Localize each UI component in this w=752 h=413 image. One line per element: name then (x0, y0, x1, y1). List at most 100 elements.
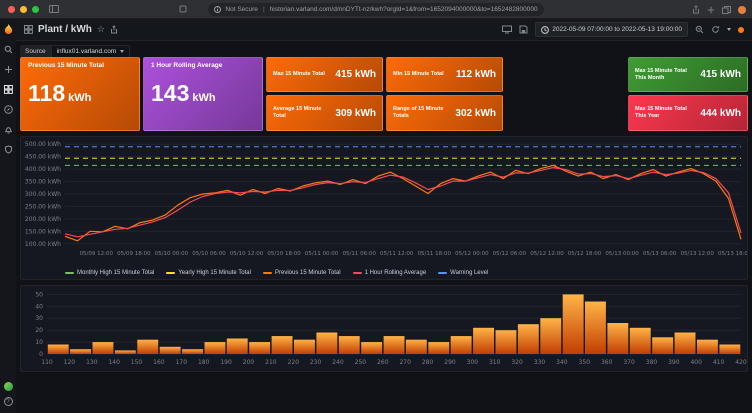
svg-text:160: 160 (153, 359, 165, 366)
svg-text:100.00 kWh: 100.00 kWh (25, 241, 61, 248)
star-icon[interactable]: ☆ (97, 24, 105, 35)
sidebar-item-help[interactable]: ? (4, 397, 13, 406)
share-icon[interactable] (692, 5, 700, 14)
svg-text:0: 0 (39, 351, 43, 358)
stat-value: 415 kWh (335, 69, 376, 80)
svg-text:340: 340 (556, 359, 568, 366)
svg-text:360: 360 (601, 359, 613, 366)
window-zoom-button[interactable] (32, 6, 39, 13)
svg-text:05/13 06:00: 05/13 06:00 (643, 251, 677, 257)
browser-profile-avatar[interactable] (738, 6, 746, 14)
zoom-out-icon[interactable] (695, 25, 704, 34)
stat-value: 118 (28, 82, 65, 105)
svg-text:300: 300 (467, 359, 479, 366)
time-range-picker[interactable]: 2022-05-09 07:00:00 to 2022-05-13 19:00:… (535, 22, 688, 37)
histogram-svg[interactable]: 0102030405011012013014015016017018019020… (21, 286, 747, 370)
svg-text:230: 230 (310, 359, 322, 366)
sidebar-item-explore[interactable] (0, 104, 16, 115)
histogram-panel[interactable]: 0102030405011012013014015016017018019020… (20, 285, 748, 372)
stat-title: Average 15 Minute Total (273, 106, 335, 120)
grafana-logo-icon[interactable] (0, 24, 16, 35)
svg-text:350: 350 (579, 359, 591, 366)
legend-item[interactable]: Warning Level (438, 270, 488, 276)
sidebar-item-alerting[interactable] (0, 124, 16, 135)
window-minimize-button[interactable] (20, 6, 27, 13)
notification-dot-icon[interactable] (738, 27, 744, 33)
stat-max-15-minute-total-this-month[interactable]: Max 15 Minute Total This Month 415 kWh (628, 57, 748, 92)
svg-text:350.00 kWh: 350.00 kWh (25, 179, 61, 186)
svg-text:05/12 00:00: 05/12 00:00 (455, 251, 489, 257)
sidebar-toggle-icon[interactable] (49, 5, 59, 13)
svg-text:05/10 12:00: 05/10 12:00 (230, 251, 264, 257)
time-range-label: 2022-05-09 07:00:00 to 2022-05-13 19:00:… (552, 26, 682, 33)
svg-text:240: 240 (332, 359, 344, 366)
svg-text:190: 190 (220, 359, 232, 366)
sidebar-item-admin[interactable] (0, 144, 16, 155)
tab-overview-icon[interactable] (722, 6, 731, 14)
svg-text:220: 220 (288, 359, 300, 366)
svg-text:320: 320 (511, 359, 523, 366)
legend-item[interactable]: 1 Hour Rolling Average (353, 270, 427, 276)
dashboard-icon (24, 25, 33, 34)
stat-unit: kWh (192, 92, 215, 104)
svg-text:250: 250 (355, 359, 367, 366)
stat-title: Previous 15 Minute Total (28, 62, 132, 70)
svg-text:50: 50 (35, 291, 43, 298)
extensions-icon[interactable] (179, 5, 187, 13)
save-icon[interactable] (519, 25, 528, 34)
svg-text:120: 120 (64, 359, 76, 366)
svg-text:05/11 12:00: 05/11 12:00 (380, 251, 414, 257)
timeseries-panel[interactable]: 100.00 kWh150.00 kWh200.00 kWh250.00 kWh… (20, 136, 748, 280)
tv-mode-icon[interactable] (502, 25, 512, 34)
sidebar-item-dashboards[interactable] (0, 84, 16, 95)
security-label: Not Secure (225, 6, 258, 13)
svg-text:280: 280 (422, 359, 434, 366)
stat-min-15-minute-total[interactable]: Min 15 Minute Total 112 kWh (386, 57, 503, 92)
svg-text:420: 420 (735, 359, 747, 366)
legend-item[interactable]: Monthly High 15 Minute Total (65, 270, 154, 276)
svg-text:20: 20 (35, 327, 43, 334)
svg-text:390: 390 (668, 359, 680, 366)
refresh-icon[interactable] (711, 25, 720, 34)
source-value: influx01.varland.com (57, 48, 117, 55)
svg-text:500.00 kWh: 500.00 kWh (25, 141, 61, 148)
new-tab-icon[interactable] (707, 6, 715, 14)
stat-1-hour-rolling-average[interactable]: 1 Hour Rolling Average 143kWh (143, 57, 263, 131)
svg-text:10: 10 (35, 339, 43, 346)
stat-max-15-minute-total[interactable]: Max 15 Minute Total 415 kWh (266, 57, 383, 92)
stat-title: Max 15 Minute Total This Month (635, 68, 699, 82)
stat-title: Max 15 Minute Total This Year (635, 106, 699, 120)
legend-item[interactable]: Previous 15 Minute Total (263, 270, 341, 276)
chrome-actions (692, 0, 746, 19)
svg-text:130: 130 (86, 359, 98, 366)
sidebar: ? (0, 19, 16, 413)
svg-text:05/13 18:00: 05/13 18:00 (718, 251, 747, 257)
svg-text:05/13 12:00: 05/13 12:00 (680, 251, 714, 257)
url-bar[interactable]: Not Secure | historian.varland.com/d/nnD… (208, 3, 544, 16)
timeseries-svg[interactable]: 100.00 kWh150.00 kWh200.00 kWh250.00 kWh… (21, 137, 747, 261)
svg-text:05/10 00:00: 05/10 00:00 (155, 251, 189, 257)
svg-text:210: 210 (265, 359, 277, 366)
svg-text:370: 370 (623, 359, 635, 366)
svg-text:30: 30 (35, 315, 43, 322)
stat-average-15-minute-total[interactable]: Average 15 Minute Total 309 kWh (266, 95, 383, 131)
stat-max-15-minute-total-this-year[interactable]: Max 15 Minute Total This Year 444 kWh (628, 95, 748, 131)
svg-text:05/13 00:00: 05/13 00:00 (605, 251, 639, 257)
sidebar-item-profile[interactable] (4, 382, 13, 391)
legend-item[interactable]: Yearly High 15 Minute Total (166, 270, 251, 276)
share-dashboard-icon[interactable] (110, 25, 118, 34)
window-close-button[interactable] (8, 6, 15, 13)
svg-text:180: 180 (198, 359, 210, 366)
sidebar-item-create[interactable] (0, 64, 16, 75)
stat-range-of-15-minute-totals[interactable]: Range of 15 Minute Totals 302 kWh (386, 95, 503, 131)
svg-text:150.00 kWh: 150.00 kWh (25, 228, 61, 235)
svg-text:380: 380 (646, 359, 658, 366)
refresh-interval-chevron-icon[interactable] (727, 28, 731, 31)
stat-value: 309 kWh (335, 108, 376, 119)
svg-text:110: 110 (41, 359, 53, 366)
svg-text:310: 310 (489, 359, 501, 366)
stat-previous-15-minute-total[interactable]: Previous 15 Minute Total 118kWh (20, 57, 140, 131)
sidebar-item-search[interactable] (0, 44, 16, 55)
stat-title: Min 15 Minute Total (393, 71, 444, 78)
svg-text:170: 170 (176, 359, 188, 366)
